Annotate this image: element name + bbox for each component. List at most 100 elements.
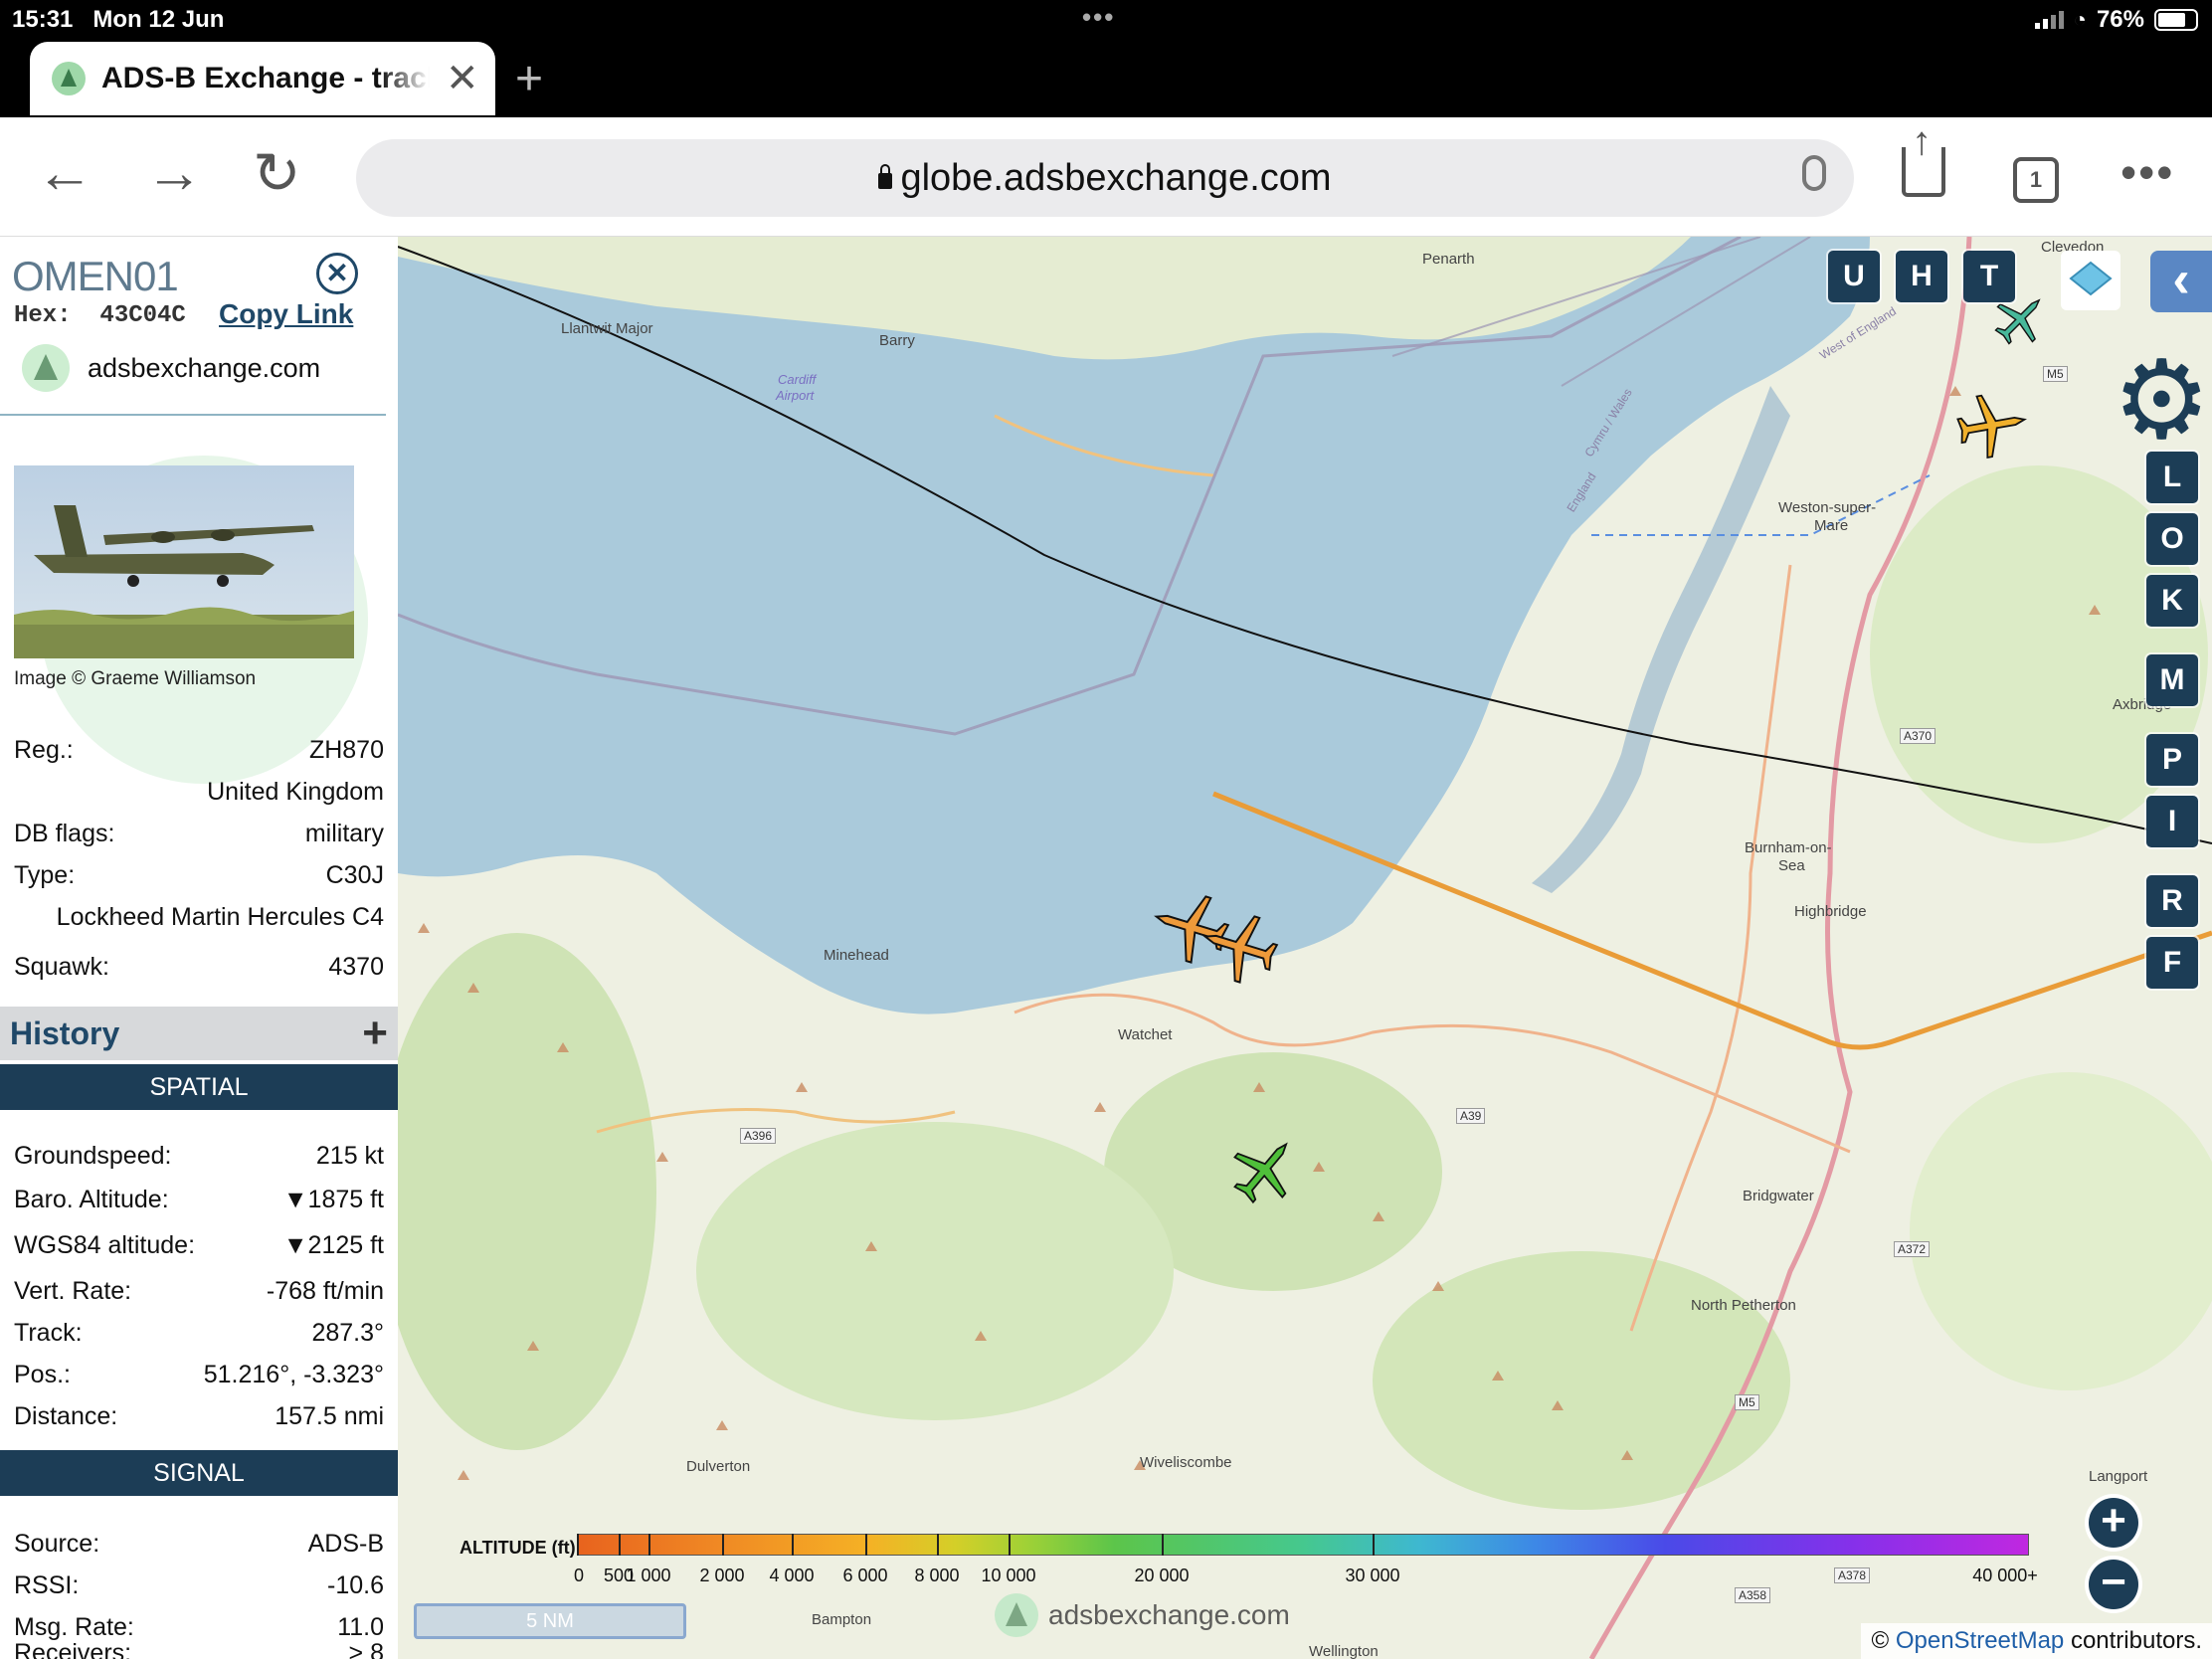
multitasking-dots-icon[interactable]: •••	[1082, 2, 1115, 33]
toggle-f-button[interactable]: F	[2146, 937, 2198, 989]
browser-toolbar: ← → ↻ globe.adsbexchange.com 1 •••	[0, 117, 2212, 237]
toggle-i-button[interactable]: I	[2146, 796, 2198, 847]
history-header[interactable]: History +	[0, 1007, 398, 1060]
share-icon[interactable]	[1902, 119, 1945, 197]
legend-label: 8 000	[914, 1566, 960, 1585]
detail-squawk: Squawk: 4370	[14, 953, 384, 981]
new-tab-icon[interactable]: +	[515, 52, 543, 106]
detail-registration: Reg.: ZH870	[14, 736, 384, 764]
spatial-row: Baro. Altitude: ▼1875 ft	[14, 1186, 384, 1213]
place-label: Wellington	[1309, 1643, 1379, 1659]
altitude-legend: ALTITUDE (ft) 0 500 1 000 2 000 4 000 6 000 8 …	[398, 1530, 2039, 1599]
detail-db-flags: DB flags: military	[14, 820, 384, 847]
zoom-in-button[interactable]: +	[2089, 1498, 2138, 1548]
url-text: globe.adsbexchange.com	[900, 156, 1332, 199]
place-label: Wiveliscombe	[1140, 1454, 1232, 1471]
tab-overview-button[interactable]: 1	[2013, 157, 2059, 203]
place-label: Penarth	[1422, 251, 1475, 268]
legend-tick	[577, 1534, 579, 1556]
copy-link[interactable]: Copy Link	[219, 298, 353, 330]
place-label: Burnham-on-	[1745, 839, 1832, 856]
place-label: North Petherton	[1691, 1297, 1796, 1314]
lock-icon	[878, 164, 893, 189]
aircraft-icon[interactable]	[1213, 1122, 1313, 1221]
legend-label: 0	[573, 1566, 585, 1585]
spatial-row: WGS84 altitude: ▼2125 ft	[14, 1231, 384, 1259]
altitude-color-bar	[577, 1534, 2029, 1556]
legend-tick	[1009, 1534, 1011, 1556]
place-label: Weston-super-	[1778, 499, 1877, 516]
spatial-header: SPATIAL	[0, 1064, 398, 1110]
address-bar[interactable]: globe.adsbexchange.com	[356, 139, 1854, 217]
place-label: Airport	[776, 388, 815, 403]
wifi-icon: ◔	[2073, 7, 2087, 32]
toggle-k-button[interactable]: K	[2146, 575, 2198, 627]
spatial-row: Distance: 157.5 nmi	[14, 1402, 384, 1430]
road-shield: A370	[1900, 728, 1936, 744]
toggle-r-button[interactable]: R	[2146, 875, 2198, 927]
place-label: Cardiff	[778, 372, 817, 387]
legend-tick	[792, 1534, 794, 1556]
scale-bar: 5 NM	[414, 1603, 686, 1639]
aircraft-icon[interactable]	[1939, 376, 2039, 475]
back-arrow-icon[interactable]: ←	[36, 139, 93, 206]
legend-tick	[865, 1534, 867, 1556]
toggle-u-button[interactable]: U	[1828, 251, 1880, 302]
photo-credit: Image © Graeme Williamson	[14, 668, 257, 689]
legend-label: 6 000	[842, 1566, 888, 1585]
detail-type: Type: C30J	[14, 861, 384, 889]
legend-label: 40 000+	[1972, 1566, 2038, 1585]
signal-row: RSSI: -10.6	[14, 1571, 384, 1599]
battery-icon	[2154, 9, 2198, 31]
spatial-row: Track: 287.3°	[14, 1319, 384, 1347]
status-bar: 15:31 Mon 12 Jun ••• ◔ 76%	[0, 0, 2212, 40]
signal-header: SIGNAL	[0, 1450, 398, 1496]
road-shield: M5	[1735, 1394, 1759, 1410]
place-label: Bridgwater	[1743, 1188, 1814, 1204]
layers-icon	[2069, 261, 2113, 296]
cellular-signal-icon	[2034, 11, 2064, 29]
source-link[interactable]: adsbexchange.com	[22, 344, 320, 392]
toggle-l-button[interactable]: L	[2146, 452, 2198, 503]
map-view[interactable]: Penarth Llantwit Major Barry Cardiff Air…	[398, 237, 2212, 1659]
osm-link[interactable]: OpenStreetMap	[1896, 1627, 2064, 1654]
aircraft-icon[interactable]	[1188, 893, 1297, 1003]
expand-plus-icon[interactable]: +	[362, 1009, 388, 1058]
microphone-icon[interactable]	[1802, 155, 1826, 191]
detail-country: United Kingdom	[207, 778, 384, 806]
road-shield: M5	[2043, 366, 2068, 382]
toggle-t-button[interactable]: T	[1963, 251, 2015, 302]
place-label: Watchet	[1118, 1026, 1173, 1043]
legend-label: 4 000	[769, 1566, 815, 1585]
status-time: 15:31 Mon 12 Jun	[12, 6, 225, 33]
gear-icon[interactable]: ⚙	[2113, 346, 2211, 456]
place-label: Sea	[1778, 857, 1805, 874]
close-tab-icon[interactable]: ✕	[446, 56, 479, 101]
toggle-p-button[interactable]: P	[2146, 734, 2198, 786]
legend-tick	[937, 1534, 939, 1556]
adsbx-logo-icon	[22, 344, 70, 392]
forward-arrow-icon[interactable]: →	[145, 139, 203, 206]
chevron-left-icon[interactable]: ‹	[2150, 251, 2212, 312]
zoom-out-button[interactable]: −	[2089, 1560, 2138, 1609]
more-icon[interactable]: •••	[2120, 145, 2174, 199]
hex-code: Hex: 43C04C	[14, 302, 186, 329]
aircraft-photo[interactable]	[14, 465, 354, 658]
legend-tick	[648, 1534, 650, 1556]
toggle-m-button[interactable]: M	[2146, 654, 2198, 706]
aircraft-info-panel: OMEN01 ✕ Hex: 43C04C Copy Link adsbexcha…	[0, 237, 398, 1659]
browser-tab[interactable]: ADS-B Exchange - track ✕	[30, 42, 495, 115]
spatial-row: Vert. Rate: -768 ft/min	[14, 1277, 384, 1305]
toggle-h-button[interactable]: H	[1896, 251, 1947, 302]
legend-tick	[722, 1534, 724, 1556]
callsign: OMEN01	[12, 253, 179, 299]
detail-type-name: Lockheed Martin Hercules C4	[56, 903, 384, 931]
spatial-row: Groundspeed: 215 kt	[14, 1142, 384, 1170]
legend-tick	[619, 1534, 621, 1556]
layers-button[interactable]	[2061, 251, 2120, 310]
reload-icon[interactable]: ↻	[253, 139, 301, 207]
road-shield: A372	[1894, 1241, 1931, 1257]
signal-row: Receivers: > 8	[14, 1639, 384, 1659]
toggle-o-button[interactable]: O	[2146, 513, 2198, 565]
close-panel-icon[interactable]: ✕	[316, 253, 358, 294]
